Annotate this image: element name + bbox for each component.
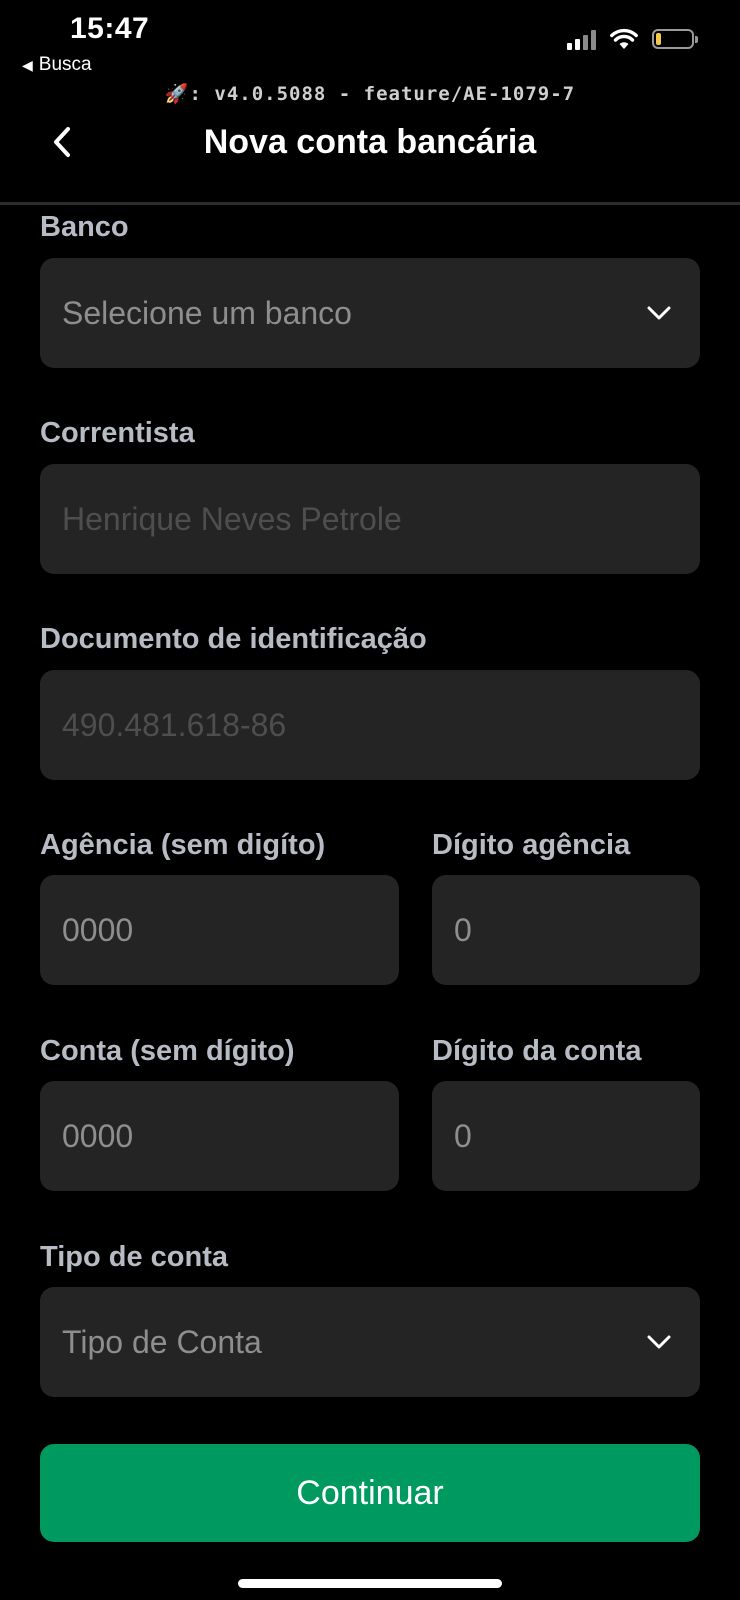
status-icons [567, 28, 698, 50]
account-digit-placeholder: 0 [454, 1117, 472, 1154]
document-value: 490.481.618-86 [62, 706, 287, 743]
back-app-label: Busca [38, 54, 92, 75]
status-time: 15:47 [70, 12, 150, 45]
agency-placeholder: 0000 [62, 911, 134, 948]
cellular-signal-icon [567, 28, 596, 50]
bank-select[interactable]: Selecione um banco [40, 258, 700, 368]
document-label: Documento de identificação [40, 623, 427, 655]
chevron-down-icon [647, 1335, 671, 1349]
wifi-icon [610, 28, 638, 49]
agency-digit-placeholder: 0 [454, 911, 472, 948]
home-indicator[interactable] [238, 1579, 502, 1588]
bank-select-placeholder: Selecione um banco [62, 294, 352, 331]
account-field[interactable]: 0000 [40, 1081, 399, 1191]
build-version: 🚀: v4.0.5088 - feature/AE-1079-7 [164, 83, 576, 105]
agency-field[interactable]: 0000 [40, 875, 399, 985]
account-digit-label: Dígito da conta [432, 1035, 642, 1067]
agency-digit-label: Dígito agência [432, 829, 631, 861]
battery-icon [652, 29, 698, 49]
back-triangle-icon: ◀ [22, 56, 33, 73]
account-type-placeholder: Tipo de Conta [62, 1323, 262, 1360]
account-type-label: Tipo de conta [40, 1241, 228, 1273]
back-to-app-link[interactable]: ◀ Busca [22, 54, 92, 76]
agency-digit-field[interactable]: 0 [432, 875, 700, 985]
battery-level [656, 33, 662, 45]
account-digit-field[interactable]: 0 [432, 1081, 700, 1191]
agency-label: Agência (sem digíto) [40, 829, 326, 861]
account-placeholder: 0000 [62, 1117, 134, 1154]
continue-button[interactable]: Continuar [40, 1444, 700, 1542]
holder-field[interactable]: Henrique Neves Petrole [40, 464, 700, 574]
holder-value: Henrique Neves Petrole [62, 500, 402, 537]
page-title: Nova conta bancária [203, 123, 537, 161]
account-type-select[interactable]: Tipo de Conta [40, 1287, 700, 1397]
account-label: Conta (sem dígito) [40, 1035, 295, 1067]
bank-label: Banco [40, 211, 129, 243]
document-field[interactable]: 490.481.618-86 [40, 670, 700, 780]
holder-label: Correntista [40, 417, 195, 449]
header-divider [0, 202, 740, 205]
chevron-down-icon [647, 306, 671, 320]
